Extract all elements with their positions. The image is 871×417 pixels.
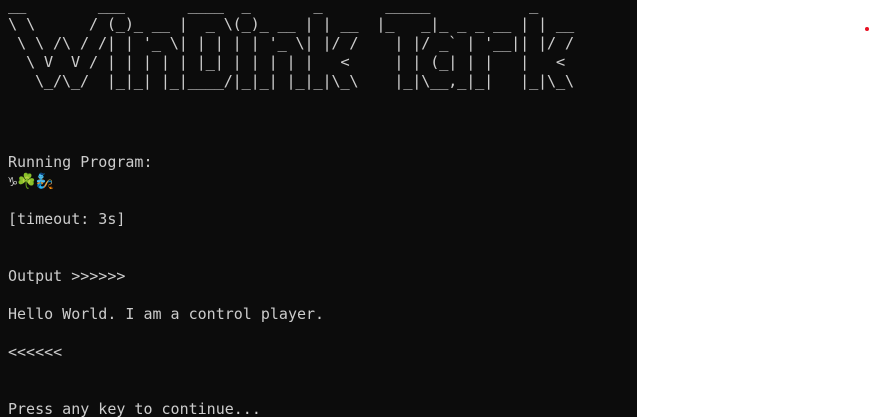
timeout-text: [timeout: 3s]	[8, 210, 126, 228]
continue-prompt: Press any key to continue...	[8, 400, 261, 417]
running-program-label: Running Program:	[8, 153, 153, 171]
screen: __ ___ ____ _ _ _____ _ \ \ / (_)_ __ | …	[0, 0, 871, 417]
output-footer: <<<<<<	[8, 343, 63, 361]
output-text: Hello World. I am a control player.	[8, 305, 325, 323]
red-dot-indicator	[865, 27, 869, 31]
ascii-banner: __ ___ ____ _ _ _____ _ \ \ / (_)_ __ | …	[8, 0, 574, 90]
blank-area	[637, 0, 871, 417]
output-header: Output >>>>>>	[8, 267, 126, 285]
terminal-window[interactable]: __ ___ ____ _ _ _____ _ \ \ / (_)_ __ | …	[0, 0, 637, 417]
program-emoji: ♑☘️🧞	[8, 172, 55, 190]
